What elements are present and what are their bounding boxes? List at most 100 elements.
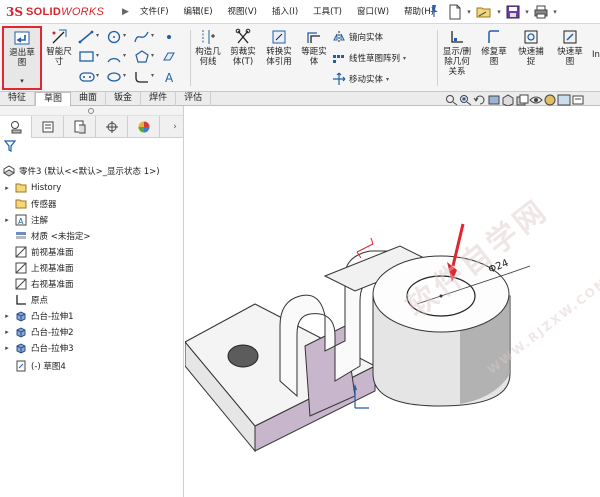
chevron-right-icon[interactable]: › bbox=[167, 116, 183, 137]
expand-arrow-icon[interactable]: ▸ bbox=[2, 328, 12, 336]
repair-sketch-button[interactable]: 修复草 图 bbox=[477, 28, 511, 67]
dimxpert-icon bbox=[105, 121, 118, 133]
mirror-entities-button[interactable]: 镜向实体 bbox=[332, 30, 383, 44]
expand-arrow-icon[interactable]: ▸ bbox=[2, 184, 12, 192]
tree-item-boss-extrude1[interactable]: ▸ 凸台-拉伸1 bbox=[2, 308, 73, 324]
display-relations-button[interactable]: 显示/删 除几何 关系 bbox=[440, 28, 474, 77]
menu-insert[interactable]: 插入(I) bbox=[272, 5, 298, 17]
linear-pattern-button[interactable]: 线性草图阵列 ▾ bbox=[332, 51, 406, 65]
zoom-to-area-icon[interactable] bbox=[459, 94, 473, 106]
feature-manager-panel: › 零件3 (默认<<默认>_显示状态 1>) ▸ History 传感器 ▸ … bbox=[0, 106, 184, 497]
construction-geometry-button[interactable]: 构造几 何线 bbox=[192, 28, 224, 67]
pin-icon[interactable] bbox=[428, 4, 440, 18]
exit-sketch-label: 退出草 图 bbox=[9, 48, 35, 68]
ds-logo-mark: 3S bbox=[6, 5, 24, 19]
text-icon[interactable]: A bbox=[162, 70, 176, 84]
slot-icon[interactable] bbox=[78, 70, 96, 84]
tab-sketch[interactable]: 草图 bbox=[35, 92, 72, 106]
menu-edit[interactable]: 编辑(E) bbox=[184, 5, 213, 17]
menu-window[interactable]: 窗口(W) bbox=[357, 5, 389, 17]
ribbon-separator bbox=[190, 30, 191, 86]
property-manager-tab[interactable] bbox=[32, 116, 64, 138]
expand-arrow-icon[interactable]: ▶ bbox=[122, 7, 132, 17]
tree-item-right-plane[interactable]: 右视基准面 bbox=[2, 276, 74, 292]
tab-sheet-metal[interactable]: 钣金 bbox=[106, 92, 142, 106]
manager-tabs: › bbox=[0, 116, 183, 138]
quick-snaps-button[interactable]: 快速捕 捉 bbox=[514, 28, 548, 67]
part-root-node[interactable]: 零件3 (默认<<默认>_显示状态 1>) bbox=[2, 164, 160, 178]
instant2d-button[interactable]: In bbox=[589, 50, 600, 60]
tree-item-label: 右视基准面 bbox=[31, 280, 74, 290]
fillet-icon[interactable] bbox=[134, 70, 150, 84]
polygon-icon[interactable] bbox=[134, 50, 150, 64]
expand-arrow-icon[interactable]: ▸ bbox=[2, 344, 12, 352]
sensor-icon bbox=[15, 199, 27, 209]
ellipse-icon[interactable] bbox=[106, 70, 122, 84]
trim-entities-button[interactable]: 剪裁实 体(T) bbox=[227, 28, 259, 67]
panel-splitter[interactable] bbox=[0, 106, 183, 116]
tree-item-history[interactable]: ▸ History bbox=[2, 180, 61, 196]
rapid-sketch-button[interactable]: 快速草 图 bbox=[553, 28, 587, 67]
tab-weldments[interactable]: 焊件 bbox=[141, 92, 177, 106]
tree-item-label: 前视基准面 bbox=[31, 248, 74, 258]
previous-view-icon[interactable] bbox=[473, 94, 487, 106]
point-icon[interactable] bbox=[162, 30, 176, 44]
menu-view[interactable]: 视图(V) bbox=[228, 5, 257, 17]
view-settings-icon[interactable] bbox=[571, 94, 585, 106]
zoom-to-fit-icon[interactable] bbox=[445, 94, 459, 106]
graphics-area[interactable]: Φ24 软件自学网 WWW.RJZXW.COM bbox=[185, 106, 600, 497]
tree-item-sensors[interactable]: 传感器 bbox=[2, 196, 57, 212]
instant2d-label: In bbox=[592, 50, 600, 60]
spline-icon[interactable] bbox=[134, 30, 150, 44]
quick-snaps-icon bbox=[524, 30, 538, 44]
hide-show-items-icon[interactable] bbox=[529, 94, 543, 106]
convert-entities-button[interactable]: 转换实 体引用 bbox=[262, 28, 296, 67]
configuration-manager-tab[interactable] bbox=[64, 116, 96, 138]
move-entities-button[interactable]: 移动实体 ▾ bbox=[332, 72, 389, 86]
apply-scene-icon[interactable] bbox=[557, 94, 571, 106]
sketch-plane-icon[interactable] bbox=[162, 50, 176, 64]
display-manager-tab[interactable] bbox=[128, 116, 160, 138]
origin-icon bbox=[16, 295, 26, 305]
tree-item-annotations[interactable]: ▸ A 注解 bbox=[2, 212, 48, 228]
expand-arrow-icon[interactable]: ▸ bbox=[2, 216, 12, 224]
circle-icon[interactable] bbox=[106, 30, 122, 44]
tree-item-top-plane[interactable]: 上视基准面 bbox=[2, 260, 74, 276]
tree-item-front-plane[interactable]: 前视基准面 bbox=[2, 244, 74, 260]
rectangle-icon[interactable] bbox=[78, 50, 96, 64]
tab-surfaces[interactable]: 曲面 bbox=[71, 92, 107, 106]
dimxpert-manager-tab[interactable] bbox=[96, 116, 128, 138]
menu-file[interactable]: 文件(F) bbox=[140, 5, 169, 17]
dropdown-arrow-icon[interactable]: ▾ bbox=[4, 76, 40, 86]
menu-tools[interactable]: 工具(T) bbox=[313, 5, 342, 17]
section-view-icon[interactable] bbox=[487, 94, 501, 106]
tab-evaluate[interactable]: 评估 bbox=[176, 92, 212, 106]
display-style-icon[interactable] bbox=[515, 94, 529, 106]
view-orientation-icon[interactable] bbox=[501, 94, 515, 106]
expand-arrow-icon[interactable]: ▸ bbox=[2, 312, 12, 320]
display-relations-label: 显示/删 除几何 关系 bbox=[442, 47, 472, 77]
configuration-manager-icon bbox=[74, 120, 85, 134]
line-icon[interactable] bbox=[78, 30, 96, 44]
save-icon[interactable] bbox=[506, 5, 520, 19]
feature-manager-tab[interactable] bbox=[0, 116, 32, 138]
smart-dimension-button[interactable]: 智能尺 寸 bbox=[44, 28, 74, 67]
plane-icon bbox=[15, 278, 27, 290]
quick-snaps-label: 快速捕 捉 bbox=[518, 47, 544, 67]
tab-features[interactable]: 特征 bbox=[0, 92, 36, 106]
exit-sketch-button[interactable]: 退出草 图 ▾ bbox=[2, 26, 42, 90]
tree-item-boss-extrude2[interactable]: ▸ 凸台-拉伸2 bbox=[2, 324, 73, 340]
arc-icon[interactable] bbox=[106, 50, 122, 64]
tree-filter[interactable] bbox=[0, 138, 183, 154]
new-document-icon[interactable] bbox=[448, 4, 462, 20]
tree-item-boss-extrude3[interactable]: ▸ 凸台-拉伸3 bbox=[2, 340, 73, 356]
title-bar: 3S SOLIDWORKS ▶ 文件(F) 编辑(E) 视图(V) 插入(I) … bbox=[0, 0, 600, 24]
svg-text:A: A bbox=[18, 217, 24, 226]
print-icon[interactable] bbox=[534, 5, 548, 19]
edit-appearance-icon[interactable] bbox=[543, 94, 557, 106]
tree-item-origin[interactable]: 原点 bbox=[2, 292, 48, 308]
tree-item-sketch4[interactable]: (-) 草图4 bbox=[12, 358, 66, 374]
offset-entities-button[interactable]: 等距实 体 bbox=[298, 28, 330, 67]
open-folder-icon[interactable] bbox=[476, 4, 492, 20]
tree-item-material[interactable]: 材质 <未指定> bbox=[2, 228, 90, 244]
